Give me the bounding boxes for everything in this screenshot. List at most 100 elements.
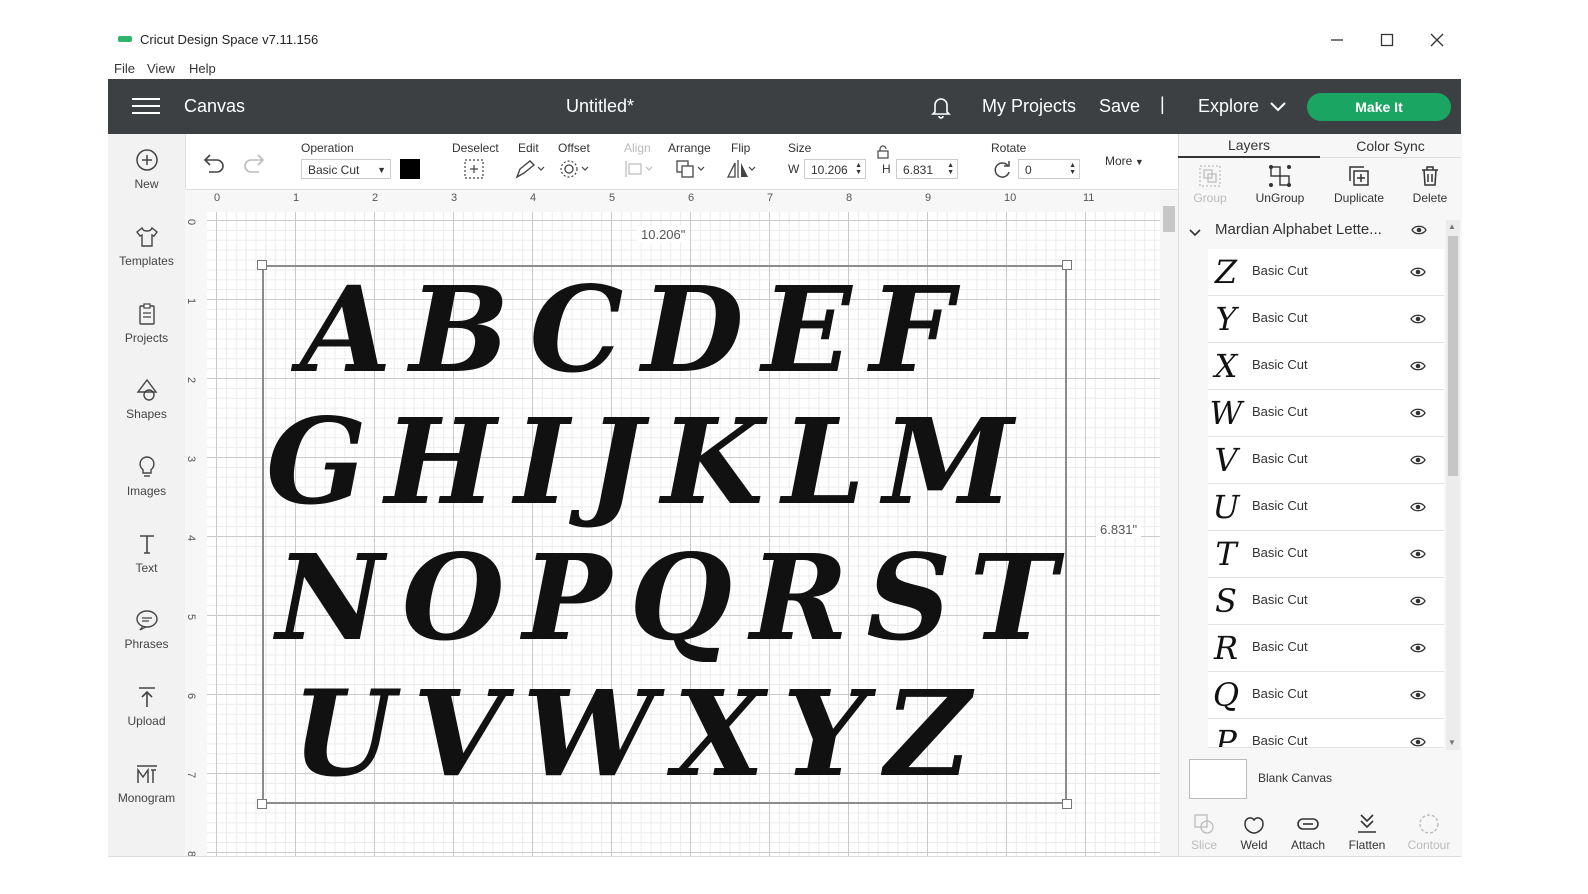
attach-button[interactable]: Attach	[1282, 812, 1334, 852]
layer-thumbnail: Z	[1214, 253, 1238, 291]
height-input[interactable]: 6.831 ▲ ▼	[896, 159, 958, 179]
sidebar-item-monogram[interactable]: Monogram	[108, 761, 185, 805]
sidebar-item-upload[interactable]: Upload	[108, 684, 185, 728]
flip-icon[interactable]	[725, 158, 756, 180]
stepper-icon[interactable]: ▲ ▼	[1069, 162, 1076, 176]
stepper-icon[interactable]: ▲ ▼	[947, 162, 954, 176]
visibility-eye-icon[interactable]	[1410, 359, 1426, 377]
sidebar-item-images[interactable]: Images	[108, 454, 185, 498]
lock-aspect-icon[interactable]	[876, 145, 890, 159]
sidebar-item-shapes[interactable]: Shapes	[108, 377, 185, 421]
delete-button[interactable]: Delete	[1400, 164, 1460, 205]
deselect-label: Deselect	[452, 141, 499, 155]
weld-button[interactable]: Weld	[1228, 812, 1280, 852]
visibility-eye-icon[interactable]	[1410, 735, 1426, 747]
flatten-button[interactable]: Flatten	[1341, 812, 1393, 852]
my-projects-link[interactable]: My Projects	[982, 96, 1076, 117]
operation-color-swatch[interactable]	[400, 159, 420, 179]
stepper-icon[interactable]: ▲ ▼	[855, 162, 862, 176]
layers-scroll-thumb[interactable]	[1448, 236, 1458, 476]
project-title[interactable]: Untitled*	[566, 96, 634, 117]
layer-row[interactable]: S Basic Cut	[1208, 578, 1444, 625]
attach-icon	[1296, 812, 1320, 836]
visibility-eye-icon[interactable]	[1410, 406, 1426, 424]
tab-layers[interactable]: Layers	[1178, 134, 1320, 158]
layer-row[interactable]: R Basic Cut	[1208, 625, 1444, 672]
canvas-scroll-thumb[interactable]	[1163, 206, 1175, 232]
contour-button[interactable]: Contour	[1403, 812, 1455, 852]
chevron-down-icon[interactable]	[1270, 100, 1286, 112]
scroll-up-icon[interactable]: ▲	[1448, 222, 1456, 231]
menu-file[interactable]: File	[114, 61, 135, 76]
hamburger-menu-icon[interactable]	[132, 98, 160, 116]
tab-color-sync[interactable]: Color Sync	[1320, 134, 1461, 158]
save-button[interactable]: Save	[1099, 96, 1140, 117]
visibility-eye-icon[interactable]	[1410, 312, 1426, 330]
layer-group-name[interactable]: Mardian Alphabet Lette...	[1215, 221, 1400, 238]
collapse-chevron-icon[interactable]	[1189, 225, 1201, 237]
width-dimension-readout: 10.206"	[637, 226, 690, 243]
canvas-vertical-scrollbar[interactable]	[1160, 190, 1178, 857]
menu-view[interactable]: View	[147, 61, 175, 76]
sidebar-item-phrases[interactable]: Phrases	[108, 607, 185, 651]
maximize-button[interactable]	[1372, 26, 1402, 54]
scroll-down-icon[interactable]: ▼	[1448, 738, 1456, 747]
sidebar-item-text[interactable]: Text	[108, 531, 185, 575]
layer-row[interactable]: Z Basic Cut	[1208, 249, 1444, 296]
sidebar-item-projects[interactable]: Projects	[108, 301, 185, 345]
close-window-button[interactable]	[1422, 26, 1452, 54]
width-label: W	[788, 162, 800, 176]
operation-select[interactable]: Basic Cut ▼	[301, 159, 391, 179]
layer-row[interactable]: Y Basic Cut	[1208, 296, 1444, 343]
width-input[interactable]: 10.206 ▲ ▼	[804, 159, 866, 179]
redo-icon[interactable]	[242, 152, 272, 174]
more-menu[interactable]: More ▼	[1105, 154, 1144, 168]
offset-icon[interactable]	[558, 158, 589, 180]
layer-row[interactable]: X Basic Cut	[1208, 343, 1444, 390]
ungroup-button[interactable]: UnGroup	[1250, 164, 1310, 205]
undo-icon[interactable]	[200, 152, 230, 174]
layer-row[interactable]: Q Basic Cut	[1208, 672, 1444, 719]
edit-pen-icon[interactable]	[514, 158, 545, 180]
duplicate-button[interactable]: Duplicate	[1329, 164, 1389, 205]
layer-row[interactable]: W Basic Cut	[1208, 390, 1444, 437]
deselect-icon[interactable]	[462, 158, 492, 180]
action-label: Group	[1193, 191, 1227, 205]
ruler-left-tick: 3	[185, 455, 198, 463]
explore-menu[interactable]: Explore	[1198, 96, 1259, 117]
visibility-eye-icon[interactable]	[1410, 547, 1426, 565]
layer-row[interactable]: U Basic Cut	[1208, 484, 1444, 531]
edit-label: Edit	[518, 141, 539, 155]
weld-icon	[1242, 812, 1266, 836]
rotate-input[interactable]: 0 ▲ ▼	[1018, 159, 1080, 179]
visibility-eye-icon[interactable]	[1410, 688, 1426, 706]
slice-button[interactable]: Slice	[1178, 812, 1230, 852]
group-button[interactable]: Group	[1180, 164, 1240, 205]
make-it-button[interactable]: Make It	[1307, 93, 1451, 121]
layer-row[interactable]: T Basic Cut	[1208, 531, 1444, 578]
notification-bell-icon[interactable]	[928, 94, 954, 120]
layer-thumbnail: X	[1214, 347, 1238, 385]
arrange-icon[interactable]	[674, 158, 705, 180]
script-alphabet-design[interactable]: ABCDEF GHIJKLM NOPQRST UVWXYZ	[266, 260, 1066, 805]
sidebar-label: Text	[135, 561, 158, 575]
sidebar-item-templates[interactable]: Templates	[108, 224, 185, 268]
visibility-eye-icon[interactable]	[1410, 594, 1426, 612]
layer-name: Basic Cut	[1252, 451, 1308, 466]
minimize-button[interactable]	[1322, 26, 1352, 54]
visibility-eye-icon[interactable]	[1410, 265, 1426, 283]
rotate-icon[interactable]	[990, 158, 1020, 180]
visibility-eye-icon[interactable]	[1410, 641, 1426, 659]
align-icon[interactable]	[622, 158, 653, 180]
layer-row[interactable]: P Basic Cut	[1208, 719, 1444, 748]
sidebar-item-new[interactable]: New	[108, 147, 185, 191]
blank-canvas-swatch[interactable]	[1189, 759, 1247, 799]
visibility-eye-icon[interactable]	[1411, 223, 1427, 241]
visibility-eye-icon[interactable]	[1410, 500, 1426, 518]
sidebar-label: Upload	[127, 714, 166, 728]
visibility-eye-icon[interactable]	[1410, 453, 1426, 471]
menu-help[interactable]: Help	[189, 61, 216, 76]
layer-thumbnail: Q	[1212, 676, 1240, 714]
sidebar-label: Templates	[119, 254, 174, 268]
layer-row[interactable]: V Basic Cut	[1208, 437, 1444, 484]
